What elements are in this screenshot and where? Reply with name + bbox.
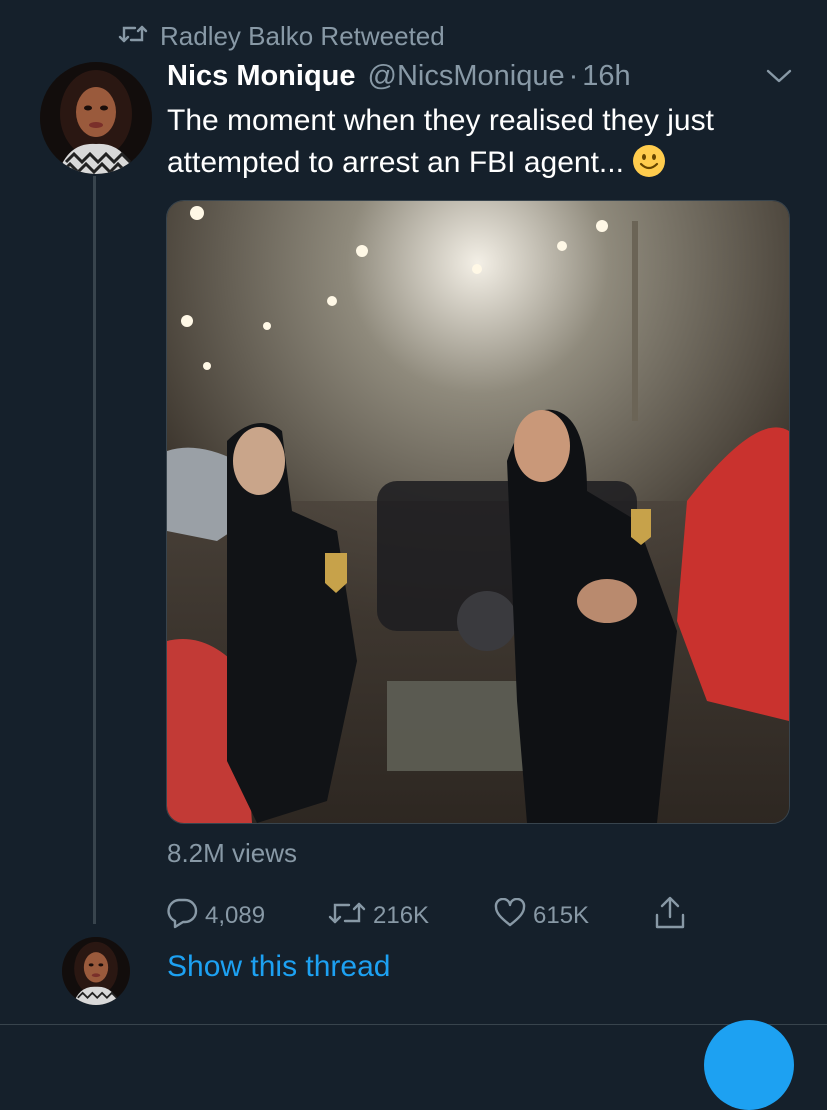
retweet-icon (118, 21, 148, 52)
thread-avatar[interactable] (62, 937, 130, 1005)
like-count: 615K (533, 902, 590, 929)
tweet-text: The moment when they realised they just … (167, 100, 787, 184)
view-count: 8.2M views (167, 838, 298, 868)
smiley-emoji-icon (632, 144, 666, 178)
reply-icon (165, 897, 199, 936)
divider (0, 1024, 827, 1025)
chevron-down-icon[interactable] (764, 62, 794, 90)
video-thumbnail[interactable] (166, 200, 790, 824)
reply-count: 4,089 (205, 902, 266, 929)
retweet-context-label: Radley Balko Retweeted (160, 20, 445, 51)
retweet-icon (327, 899, 367, 934)
like-button[interactable]: 615K (493, 896, 589, 936)
tweet-timestamp[interactable]: 16h (582, 60, 630, 93)
retweet-count: 216K (373, 902, 430, 929)
thread-connector-line (93, 176, 96, 924)
share-icon (653, 895, 687, 938)
reply-button[interactable]: 4,089 (165, 896, 265, 936)
tweet-header: Nics Monique @NicsMonique · 16h (167, 56, 777, 96)
display-name[interactable]: Nics Monique (167, 60, 356, 93)
share-button[interactable] (653, 896, 687, 936)
separator-dot: · (568, 59, 579, 92)
avatar[interactable] (40, 62, 152, 174)
retweet-context[interactable]: Radley Balko Retweeted (118, 18, 445, 54)
user-handle[interactable]: @NicsMonique (368, 60, 565, 93)
retweet-button[interactable]: 216K (327, 896, 429, 936)
heart-icon (493, 897, 527, 935)
show-thread-link[interactable]: Show this thread (167, 950, 390, 984)
tweet-actions: 4,089 216K 615K (165, 896, 705, 936)
compose-button[interactable] (704, 1020, 794, 1110)
